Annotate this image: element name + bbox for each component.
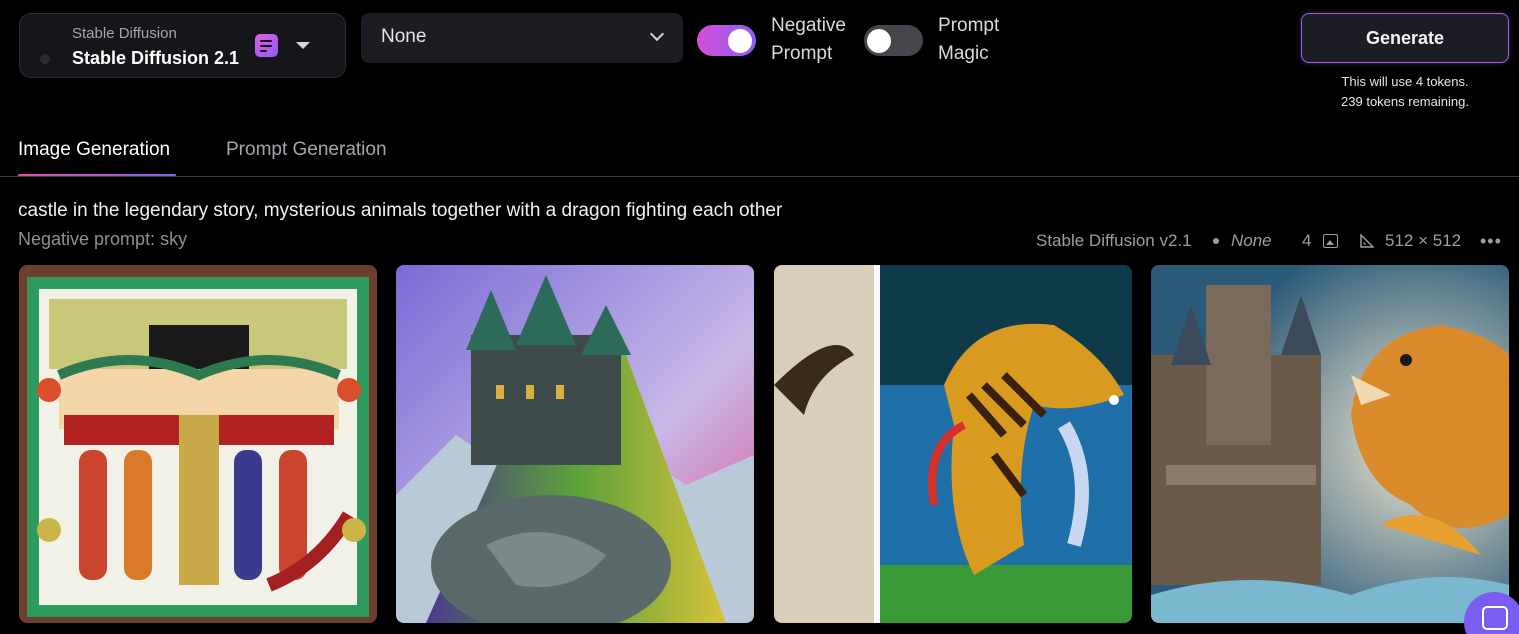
caret-down-icon[interactable] [296, 42, 310, 49]
image-icon [1323, 234, 1338, 248]
model-select-label: Stable Diffusion [72, 25, 177, 42]
result-negative-prompt: Negative prompt: sky [18, 229, 188, 249]
token-usage-line: This will use 4 tokens. [1341, 74, 1469, 89]
generated-image-2[interactable] [396, 265, 754, 623]
toggle-knob [728, 29, 752, 53]
prompt-magic-toggle[interactable] [864, 25, 923, 56]
toggle-knob [867, 29, 891, 53]
prompt-magic-label: Prompt Magic [938, 15, 1000, 64]
ruler-triangle-icon [1360, 234, 1374, 248]
more-options-icon[interactable]: ••• [1480, 231, 1502, 252]
tab-prompt-generation[interactable]: Prompt Generation [226, 139, 387, 161]
tokens-remaining-line: 239 tokens remaining. [1341, 94, 1469, 109]
generate-button[interactable]: Generate [1301, 13, 1509, 63]
result-image-count: 4 [1302, 231, 1312, 250]
generated-image-4[interactable] [1151, 265, 1509, 623]
generated-image-3[interactable] [774, 265, 1132, 623]
meta-separator-dot [1213, 238, 1219, 244]
tab-image-generation[interactable]: Image Generation [18, 139, 170, 161]
model-select-value: Stable Diffusion 2.1 [72, 48, 240, 68]
negative-prompt-label: Negative Prompt [771, 15, 846, 64]
result-model: Stable Diffusion v2.1 [1036, 231, 1192, 250]
negative-prompt-toggle[interactable] [697, 25, 756, 56]
result-size: 512 × 512 [1385, 231, 1462, 250]
model-thumbnail [40, 54, 50, 64]
model-select[interactable]: Stable Diffusion Stable Diffusion 2.1 [19, 13, 346, 78]
chevron-down-icon [649, 26, 665, 42]
result-prompt: castle in the legendary story, mysteriou… [18, 200, 783, 221]
tabs-divider [0, 176, 1519, 177]
result-style: None [1231, 231, 1272, 250]
generated-image-1[interactable] [19, 265, 377, 623]
style-select[interactable]: None [361, 13, 683, 63]
prompt-list-icon [255, 34, 278, 57]
token-usage-note: This will use 4 tokens. 239 tokens remai… [1301, 72, 1509, 112]
style-select-value: None [381, 26, 427, 47]
